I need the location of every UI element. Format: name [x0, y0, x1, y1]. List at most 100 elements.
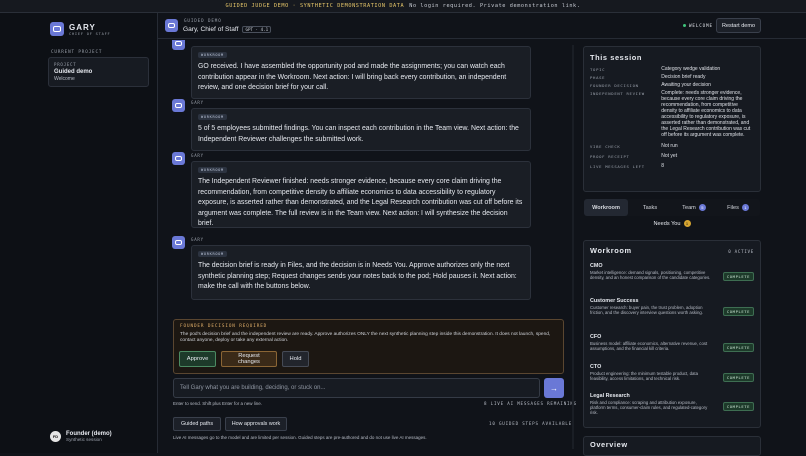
- session-panel: This session TOPIC Category wedge validat…: [583, 46, 761, 192]
- count-badge: 5: [698, 204, 706, 211]
- session-row: FOUNDER DECISION Awaiting your decision: [590, 82, 754, 88]
- item-desc: Business model: affiliate economics, alt…: [590, 341, 708, 352]
- session-title: This session: [590, 53, 642, 62]
- tab-team[interactable]: Team 5: [672, 199, 716, 216]
- status-badge: COMPLETE: [722, 307, 754, 316]
- item-desc: Market intelligence: demand signals, pos…: [590, 270, 711, 281]
- workroom-item[interactable]: CTO Product engineering: the minimum test…: [590, 364, 754, 382]
- session-row: PROOF RECEIPT Not yet: [590, 153, 754, 159]
- session-value: Not yet: [661, 153, 678, 159]
- workroom-item[interactable]: Customer Success Customer research: buyer…: [590, 298, 754, 316]
- status-text: WELCOME: [689, 23, 713, 28]
- tab-label: Tasks: [642, 204, 658, 211]
- message-text: The Independent Reviewer finished: needs…: [198, 178, 523, 227]
- workroom-tag: WORKROOM: [198, 167, 227, 173]
- item-name: CFO: [590, 334, 602, 340]
- gary-logo-icon: [50, 22, 64, 36]
- session-row: VIBE CHECK Not run: [590, 143, 754, 149]
- message-text: The decision brief is ready in Files, an…: [198, 262, 517, 290]
- message-input[interactable]: Tell Gary what you are building, decidin…: [173, 378, 540, 398]
- founder-decision-panel: FOUNDER DECISION REQUIRED The pod's deci…: [173, 319, 564, 374]
- gary-avatar-icon: [172, 40, 185, 50]
- session-key: VIBE CHECK: [590, 144, 621, 149]
- message-bubble: WORKROOM GO received. I have assembled t…: [191, 46, 531, 99]
- project-status: Welcome: [54, 76, 75, 82]
- message-bubble: WORKROOM The decision brief is ready in …: [191, 245, 531, 300]
- item-desc: Product engineering: the minimum testabl…: [590, 371, 698, 382]
- workroom-item[interactable]: CMO Market intelligence: demand signals, …: [590, 263, 754, 281]
- status-badge: COMPLETE: [722, 343, 754, 352]
- session-key: LIVE MESSAGES LEFT: [590, 164, 645, 169]
- session-value: 8: [661, 163, 665, 169]
- sender-label: GARY: [191, 100, 204, 105]
- item-desc: Customer research: buyer pain, the trust…: [590, 305, 703, 316]
- item-name: Customer Success: [590, 298, 639, 304]
- header-label: GUIDED DEMO: [184, 18, 222, 23]
- status-badge: COMPLETE: [722, 272, 754, 281]
- session-key: INDEPENDENT REVIEW: [590, 91, 645, 96]
- item-desc: Risk and compliance: scraping and attrib…: [590, 400, 708, 416]
- session-value: Complete: needs stronger evidence, becau…: [661, 90, 751, 138]
- session-row: INDEPENDENT REVIEW Complete: needs strong…: [590, 90, 754, 138]
- gary-avatar-icon: [165, 19, 178, 32]
- sender-label: GARY: [191, 237, 204, 242]
- status-indicator: WELCOME: [683, 23, 713, 28]
- demo-banner-label: GUIDED JUDGE DEMO · SYNTHETIC DEMONSTRAT…: [225, 3, 405, 9]
- session-value: Category wedge validation: [661, 66, 721, 72]
- message-bubble: WORKROOM 5 of 5 employees submitted find…: [191, 108, 531, 151]
- gary-avatar-icon: [172, 236, 185, 249]
- footer-note: Live AI messages go to the model and are…: [173, 435, 427, 440]
- message-feed[interactable]: WORKROOM GO received. I have assembled t…: [172, 40, 532, 300]
- item-name: Legal Research: [590, 393, 630, 399]
- brand-subtitle: CHIEF OF STAFF: [69, 31, 111, 36]
- tab-workroom[interactable]: Workroom: [584, 199, 628, 216]
- session-key: PHASE: [590, 75, 606, 80]
- workroom-item[interactable]: CFO Business model: affiliate economics, …: [590, 334, 754, 352]
- arrow-right-icon: →: [550, 383, 558, 393]
- overview-title: Overview: [590, 440, 628, 449]
- item-name: CTO: [590, 364, 602, 370]
- hold-button[interactable]: Hold: [282, 351, 309, 367]
- workroom-tag: WORKROOM: [198, 114, 227, 120]
- decision-label: FOUNDER DECISION REQUIRED: [180, 324, 268, 329]
- brand-name: GARY: [69, 22, 96, 32]
- message-text: 5 of 5 employees submitted findings. You…: [198, 125, 519, 143]
- request-changes-button[interactable]: Request changes: [221, 351, 277, 367]
- sidebar: GARY CHIEF OF STAFF CURRENT PROJECT PROJ…: [0, 13, 158, 453]
- active-count: 0 ACTIVE: [728, 249, 754, 254]
- tab-tasks[interactable]: Tasks: [628, 199, 672, 216]
- user-profile[interactable]: FD Founder (demo) Synthetic session: [50, 431, 112, 442]
- panel-tabs: Workroom Tasks Team 5 Files 1: [584, 199, 760, 216]
- session-row: TOPIC Category wedge validation: [590, 66, 754, 72]
- session-value: Awaiting your decision: [661, 82, 711, 88]
- scrollbar[interactable]: [572, 45, 574, 449]
- status-badge: COMPLETE: [722, 373, 754, 382]
- restart-demo-button[interactable]: Restart demo: [716, 18, 761, 33]
- gary-avatar-icon: [172, 99, 185, 112]
- send-button[interactable]: →: [544, 378, 564, 398]
- overview-panel: Overview: [583, 436, 761, 456]
- approve-button[interactable]: Approve: [179, 351, 216, 367]
- tab-label: Team: [682, 204, 696, 211]
- workroom-item[interactable]: Legal Research Risk and compliance: scrap…: [590, 393, 754, 416]
- model-badge: GPT · 4.1: [242, 26, 272, 33]
- chat-header: GUIDED DEMO Gary, Chief of Staff GPT · 4…: [158, 13, 806, 39]
- session-value: Decision brief ready: [661, 74, 706, 80]
- avatar: FD: [50, 431, 61, 442]
- messages-remaining: 8 LIVE AI MESSAGES REMAINING: [484, 401, 577, 406]
- tab-label: Workroom: [592, 204, 620, 211]
- workroom-tag: WORKROOM: [198, 52, 227, 58]
- needs-you-tab[interactable]: Needs You 1: [584, 220, 760, 227]
- session-value: Not run: [661, 143, 678, 149]
- sender-label: GARY: [191, 153, 204, 158]
- guided-paths-button[interactable]: Guided paths: [173, 417, 221, 431]
- how-approvals-work-button[interactable]: How approvals work: [225, 417, 287, 431]
- project-card[interactable]: PROJECT Guided demo Welcome: [48, 57, 149, 87]
- message-bubble: WORKROOM The Independent Reviewer finish…: [191, 161, 531, 228]
- status-badge: COMPLETE: [722, 402, 754, 411]
- tab-label: Files: [727, 204, 739, 211]
- tab-files[interactable]: Files 1: [716, 199, 760, 216]
- input-hint: Enter to send. Shift plus Enter for a ne…: [173, 401, 263, 406]
- needs-you-badge: 1: [683, 220, 691, 227]
- logo: GARY CHIEF OF STAFF: [50, 22, 111, 36]
